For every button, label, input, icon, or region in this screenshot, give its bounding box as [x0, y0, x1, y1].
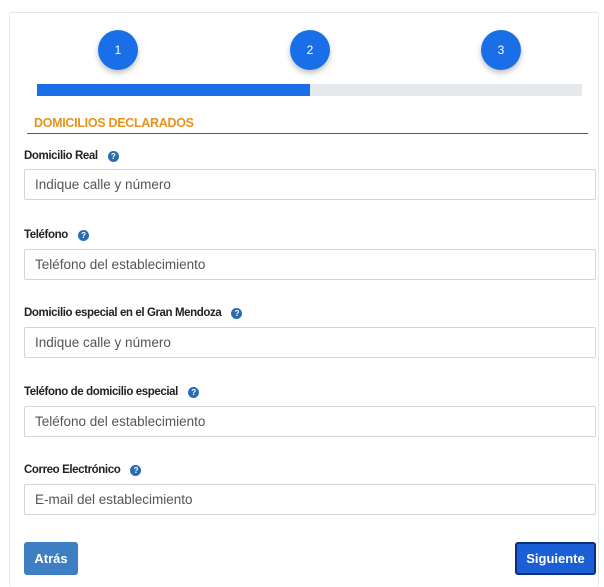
- help-icon[interactable]: ?: [107, 150, 119, 162]
- domicilio-real-input[interactable]: [24, 169, 596, 200]
- domicilio-especial-input[interactable]: [24, 327, 596, 358]
- telefono-label-text: Teléfono: [24, 229, 68, 241]
- telefono-especial-input[interactable]: [24, 406, 596, 437]
- step-1-indicator[interactable]: 1: [98, 30, 138, 70]
- correo-label: Correo Electrónico ?: [24, 464, 142, 476]
- progress-bar: [37, 84, 582, 96]
- telefono-input[interactable]: [24, 249, 596, 280]
- section-divider: [27, 133, 588, 134]
- step-3-indicator[interactable]: 3: [481, 30, 521, 70]
- section-title: DOMICILIOS DECLARADOS: [34, 116, 194, 130]
- domicilio-especial-label: Domicilio especial en el Gran Mendoza ?: [24, 307, 243, 319]
- telefono-especial-label-text: Teléfono de domicilio especial: [24, 386, 178, 398]
- step-2-indicator[interactable]: 2: [290, 30, 330, 70]
- help-icon[interactable]: ?: [130, 464, 142, 476]
- telefono-label: Teléfono ?: [24, 229, 89, 241]
- help-icon[interactable]: ?: [187, 386, 199, 398]
- help-icon[interactable]: ?: [77, 229, 89, 241]
- progress-bar-fill: [37, 84, 310, 96]
- back-button[interactable]: Atrás: [24, 542, 78, 575]
- correo-input[interactable]: [24, 484, 596, 515]
- telefono-especial-label: Teléfono de domicilio especial ?: [24, 386, 199, 398]
- correo-label-text: Correo Electrónico: [24, 464, 121, 476]
- domicilio-real-label-text: Domicilio Real: [24, 150, 98, 162]
- help-icon[interactable]: ?: [231, 307, 243, 319]
- next-button[interactable]: Siguiente: [515, 542, 596, 575]
- domicilio-especial-label-text: Domicilio especial en el Gran Mendoza: [24, 307, 222, 319]
- domicilio-real-label: Domicilio Real ?: [24, 150, 119, 162]
